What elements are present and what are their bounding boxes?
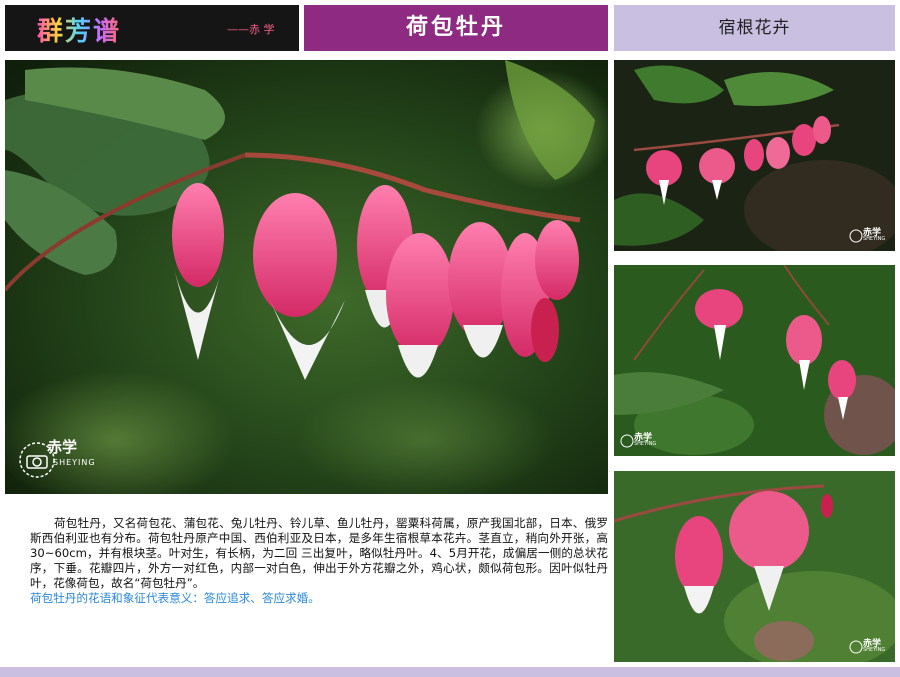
logo-text: 群芳谱 (37, 11, 121, 48)
watermark-sub: SHEYING (863, 236, 886, 242)
page-title: 荷包牡丹 (304, 5, 608, 51)
side-photo-2-watermark: 赤学 SHEYING (620, 430, 660, 452)
watermark-sub: SHEYING (53, 458, 96, 467)
side-photo-1-watermark: 赤学 SHEYING (849, 225, 889, 247)
watermark-sub: SHEYING (634, 441, 657, 447)
bottom-bar (0, 667, 900, 677)
side-photo-1: 赤学 SHEYING (614, 60, 895, 251)
description-block: 荷包牡丹，又名荷包花、蒲包花、兔儿牡丹、铃儿草、鱼儿牡丹，罂粟科荷属，原产我国北… (30, 516, 608, 606)
author-signature: ——赤 学 (227, 23, 275, 36)
category-label: 宿根花卉 (614, 5, 895, 51)
header-logo-panel: 群芳谱 ——赤 学 (5, 5, 299, 51)
description-paragraph: 荷包牡丹，又名荷包花、蒲包花、兔儿牡丹、铃儿草、鱼儿牡丹，罂粟科荷属，原产我国北… (30, 516, 608, 590)
side-photo-2: 赤学 SHEYING (614, 265, 895, 456)
watermark-sub: SHEYING (863, 647, 886, 653)
side-photo-3-watermark: 赤学 SHEYING (849, 636, 889, 658)
watermark-name: 赤学 (47, 438, 78, 456)
photographer-watermark: 赤学 SHEYING (17, 436, 107, 488)
main-flower-photo: 赤学 SHEYING (5, 60, 608, 494)
flower-meaning: 荷包牡丹的花语和象征代表意义：答应追求、答应求婚。 (30, 591, 320, 605)
side-photo-3: 赤学 SHEYING (614, 471, 895, 662)
